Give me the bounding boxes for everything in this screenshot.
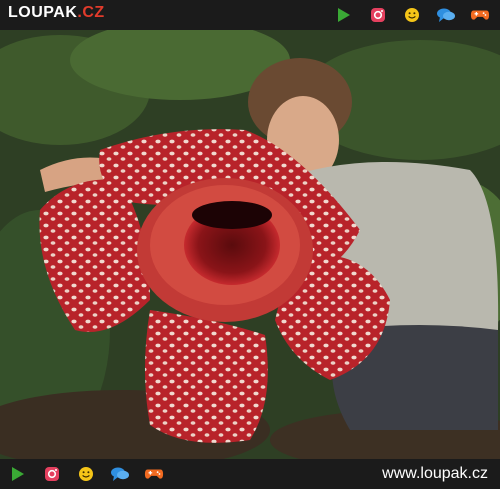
site-logo[interactable]: LOUPAK.CZ: [8, 4, 105, 22]
smiley-icon[interactable]: [402, 6, 422, 24]
gamepad-icon[interactable]: [144, 465, 164, 483]
top-icon-row: [334, 6, 490, 24]
site-url-link[interactable]: www.loupak.cz: [382, 465, 488, 483]
play-icon[interactable]: [8, 465, 28, 483]
rafflesia-photo: [0, 30, 500, 459]
gamepad-icon[interactable]: [470, 6, 490, 24]
chat-icon[interactable]: [436, 6, 456, 24]
instagram-icon[interactable]: [42, 465, 62, 483]
chat-icon[interactable]: [110, 465, 130, 483]
bottom-bar: www.loupak.cz: [0, 459, 500, 489]
bottom-icon-row: [8, 465, 164, 483]
photo: [0, 30, 500, 459]
instagram-icon[interactable]: [368, 6, 388, 24]
page: LOUPAK.CZ www.loupak.cz: [0, 0, 500, 489]
logo-tld: .CZ: [77, 4, 105, 21]
smiley-icon[interactable]: [76, 465, 96, 483]
logo-main: LOUPAK: [8, 4, 78, 21]
play-icon[interactable]: [334, 6, 354, 24]
top-bar: LOUPAK.CZ: [0, 0, 500, 30]
